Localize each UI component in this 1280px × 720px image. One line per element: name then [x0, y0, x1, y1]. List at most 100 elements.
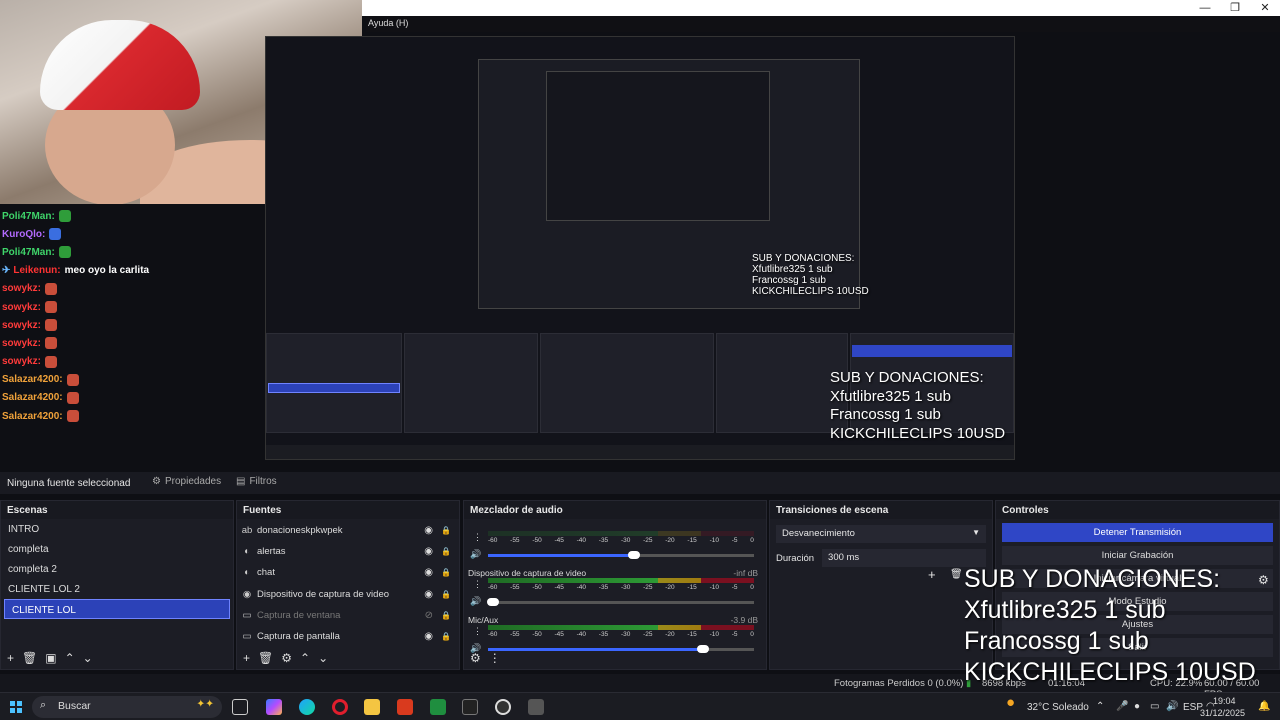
scene-item[interactable]: INTRO — [1, 519, 233, 539]
chevron-down-icon: ▼ — [972, 528, 980, 537]
window-controls: — ❐ ✕ — [1190, 0, 1280, 16]
tray-app-icon[interactable]: ● — [1134, 701, 1140, 712]
gear-icon[interactable]: ⚙ — [1258, 573, 1269, 587]
scale-tick: -10 — [709, 584, 719, 591]
scene-item[interactable]: CLIENTE LOL 2 — [1, 579, 233, 599]
channel-menu-icon[interactable]: ⋮ — [473, 626, 482, 637]
chat-username: Salazar4200: — [2, 374, 63, 386]
source-label: alertas — [257, 546, 286, 558]
lock-icon[interactable]: 🔒 — [441, 590, 451, 599]
volume-slider[interactable] — [488, 551, 754, 559]
duration-label: Duración — [776, 552, 815, 564]
duration-input[interactable]: 300 ms — [822, 549, 986, 567]
channel-name: Mic/Aux — [468, 615, 499, 625]
filters-button[interactable]: ▤ Filtros — [236, 476, 277, 487]
eye-icon[interactable]: ◉ — [424, 525, 433, 536]
maximize-button[interactable]: ❐ — [1220, 0, 1250, 16]
trash-icon[interactable]: 🗑 — [22, 651, 37, 665]
chevron-down-icon[interactable]: ⌄ — [83, 651, 93, 665]
controls-title: Controles — [996, 501, 1279, 519]
volume-knob[interactable] — [487, 598, 500, 606]
add-icon[interactable]: + — [7, 651, 14, 665]
opera-icon[interactable] — [332, 699, 348, 715]
filter-icon[interactable]: ▣ — [45, 651, 56, 665]
mini-transitions-panel — [716, 333, 848, 433]
properties-button[interactable]: ⚙ Propiedades — [152, 476, 221, 487]
source-item[interactable]: ◐ chat ◉ 🔒 — [237, 562, 459, 583]
trash-icon[interactable]: 🗑 — [950, 569, 963, 580]
start-recording-button[interactable]: Iniciar Grabación — [1002, 546, 1273, 565]
scale-tick: -30 — [620, 537, 631, 544]
transition-select[interactable]: Desvanecimiento ▼ — [776, 525, 986, 543]
browser-icon: ◐ — [244, 567, 250, 579]
clock-date[interactable]: 31/12/2025 — [1200, 708, 1245, 718]
notification-icon[interactable]: 🔔 — [1258, 701, 1270, 712]
windows-start-icon[interactable] — [10, 701, 22, 713]
chevron-up-icon[interactable]: ⌃ — [300, 651, 310, 665]
microphone-icon[interactable]: 🎤 — [1116, 701, 1128, 712]
chevron-down-icon[interactable]: ⌄ — [318, 651, 328, 665]
volume-icon[interactable]: 🔊 — [1166, 701, 1178, 712]
chat-username: Poli47Man: — [2, 246, 55, 258]
copilot-icon[interactable] — [266, 699, 282, 715]
scene-item[interactable]: CLIENTE LOL — [4, 599, 230, 619]
source-item[interactable]: ab donacioneskpkwpek ◉ 🔒 — [237, 520, 459, 541]
volume-slider[interactable] — [487, 598, 754, 606]
duration-row: Duración 300 ms — [776, 549, 986, 567]
clock-time[interactable]: 19:04 — [1213, 696, 1236, 706]
trash-icon[interactable]: 🗑 — [258, 651, 273, 665]
taskbar-search[interactable]: ⌕ Buscar ✦✦ — [32, 696, 222, 718]
stream-preview[interactable]: SUB Y DONACIONES: Xfutlibre325 1 sub Fra… — [265, 36, 1015, 460]
gear-icon[interactable]: ⚙ — [281, 651, 292, 665]
emote-icon — [58, 246, 71, 259]
add-icon[interactable]: + — [243, 651, 250, 665]
chevron-up-icon[interactable]: ⌃ — [65, 651, 75, 665]
edge-icon[interactable] — [299, 699, 315, 715]
app-icon[interactable] — [430, 699, 446, 715]
help-menu[interactable]: Ayuda (H) — [366, 16, 1280, 32]
eye-icon[interactable]: ◉ — [424, 546, 433, 557]
channel-menu-icon[interactable]: ⋮ — [473, 532, 482, 543]
more-options-icon[interactable]: ⋮ — [489, 651, 501, 665]
chat-username: sowykz: — [2, 319, 41, 331]
source-item[interactable]: ◐ alertas ◉ 🔒 — [237, 541, 459, 562]
obs-icon[interactable] — [495, 699, 511, 715]
lock-icon[interactable]: 🔒 — [441, 547, 451, 556]
source-item[interactable]: ▭ Captura de pantalla ◉ 🔒 — [237, 626, 459, 647]
sources-title: Fuentes — [237, 501, 459, 519]
scene-item[interactable]: completa — [1, 539, 233, 559]
eye-off-icon[interactable]: ⊘ — [425, 610, 433, 621]
file-explorer-icon[interactable] — [364, 699, 380, 715]
tray-chevron-icon[interactable]: ⌃ — [1096, 701, 1104, 712]
lock-icon[interactable]: 🔒 — [441, 611, 451, 620]
network-icon[interactable]: ▭ — [1150, 701, 1159, 712]
eye-icon[interactable]: ◉ — [424, 589, 433, 600]
brave-icon[interactable] — [397, 699, 413, 715]
speaker-icon[interactable]: 🔊 — [470, 596, 481, 607]
close-button[interactable]: ✕ — [1250, 0, 1280, 16]
search-placeholder: Buscar — [58, 700, 91, 712]
volume-knob[interactable] — [628, 551, 641, 559]
eye-icon[interactable]: ◉ — [424, 567, 433, 578]
lock-icon[interactable]: 🔒 — [441, 526, 451, 535]
weather-label[interactable]: 32°C Soleado — [1027, 702, 1089, 713]
source-item[interactable]: ▭ Captura de ventana ⊘ 🔒 — [237, 605, 459, 626]
lock-icon[interactable]: 🔒 — [441, 568, 451, 577]
minimize-button[interactable]: — — [1190, 0, 1220, 16]
gear-icon[interactable]: ⚙ — [470, 651, 481, 665]
source-item[interactable]: ◉ Dispositivo de captura de video ◉ 🔒 — [237, 584, 459, 605]
epic-games-icon[interactable] — [462, 699, 478, 715]
speaker-icon[interactable]: 🔊 — [470, 549, 481, 560]
gear-icon: ⚙ — [152, 476, 161, 487]
mixer-channel: Dispositivo de captura de video -inf dB -6… — [468, 566, 762, 613]
scene-item[interactable]: completa 2 — [1, 559, 233, 579]
calendar-icon[interactable] — [528, 699, 544, 715]
task-view-icon[interactable] — [232, 699, 248, 715]
window-icon: ▭ — [242, 609, 252, 621]
stop-stream-button[interactable]: Detener Transmisión — [1002, 523, 1273, 542]
channel-menu-icon[interactable]: ⋮ — [473, 579, 482, 590]
eye-icon[interactable]: ◉ — [424, 631, 433, 642]
scale-tick: -50 — [532, 631, 542, 638]
add-transition-icon[interactable]: + — [928, 567, 936, 582]
lock-icon[interactable]: 🔒 — [441, 632, 451, 641]
